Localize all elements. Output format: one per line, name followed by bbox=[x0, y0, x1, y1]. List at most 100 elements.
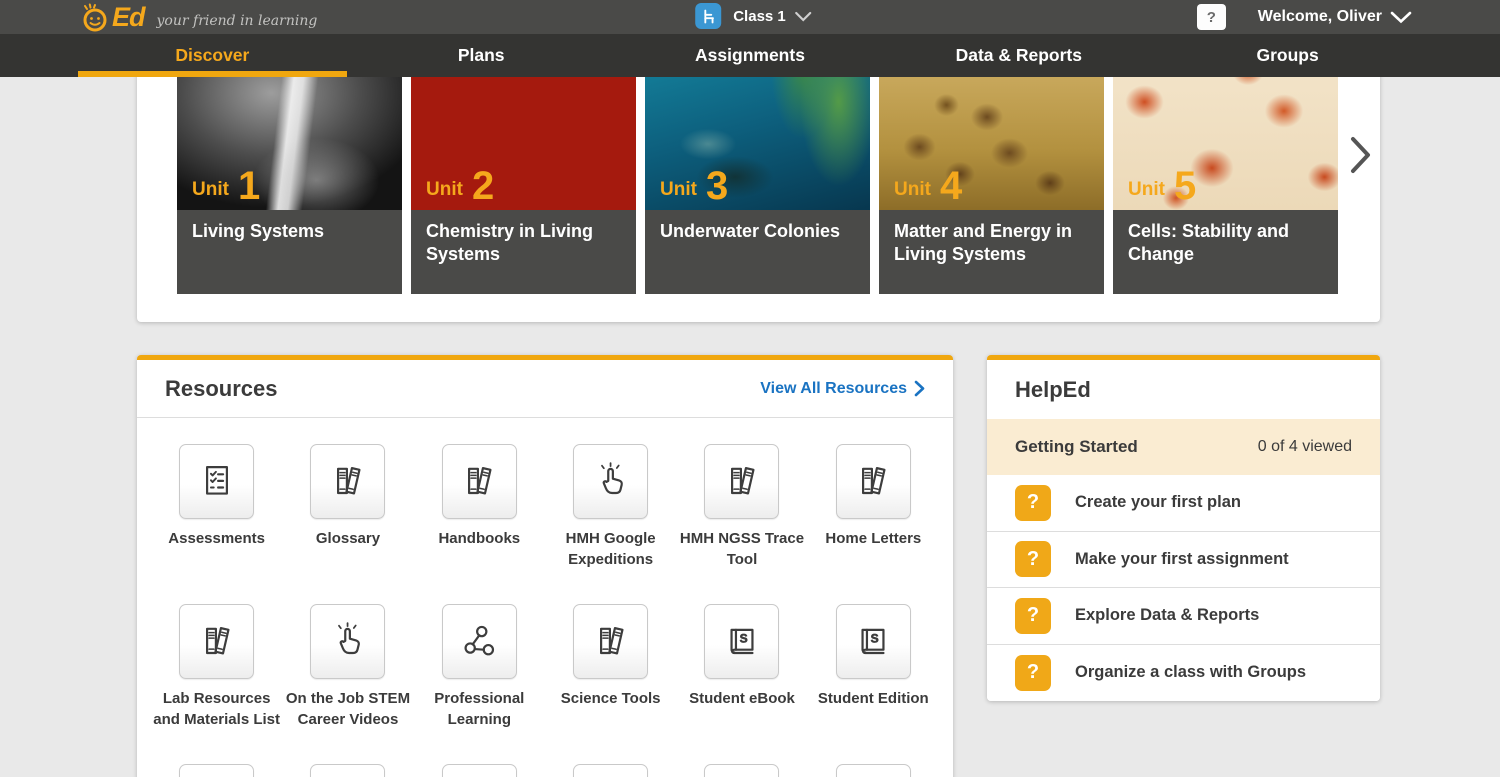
resource-item-partial[interactable] bbox=[808, 764, 939, 777]
resource-item-partial[interactable] bbox=[545, 764, 676, 777]
unit-card-3[interactable]: Unit3Underwater Colonies bbox=[645, 60, 870, 294]
resource-tile[interactable] bbox=[310, 764, 385, 777]
resources-panel: Resources View All Resources Assessments bbox=[137, 355, 953, 777]
help-item-make-your-first-assignment[interactable]: ?Make your first assignment bbox=[987, 532, 1380, 589]
view-all-resources-link[interactable]: View All Resources bbox=[760, 380, 925, 398]
unit-title: Cells: Stability and Change bbox=[1113, 210, 1338, 294]
resource-tile[interactable] bbox=[704, 764, 779, 777]
tab-groups[interactable]: Groups bbox=[1153, 34, 1422, 77]
resource-tile[interactable] bbox=[836, 444, 911, 519]
resource-tile[interactable] bbox=[442, 764, 517, 777]
help-item-label: Create your first plan bbox=[1075, 493, 1241, 512]
help-button[interactable]: ? bbox=[1197, 4, 1226, 30]
chevron-right-icon bbox=[1345, 133, 1375, 177]
tab-plans[interactable]: Plans bbox=[347, 34, 616, 77]
resource-tile[interactable] bbox=[179, 444, 254, 519]
resource-tile[interactable] bbox=[179, 604, 254, 679]
resource-tile[interactable]: S bbox=[704, 604, 779, 679]
resource-tile[interactable] bbox=[573, 444, 648, 519]
resource-handbooks[interactable]: Handbooks bbox=[414, 444, 545, 604]
resources-title: Resources bbox=[165, 376, 278, 402]
tab-discover[interactable]: Discover bbox=[78, 34, 347, 77]
question-icon: ? bbox=[1015, 485, 1051, 521]
molecule-icon bbox=[457, 620, 501, 664]
active-tab-underline bbox=[78, 71, 347, 77]
unit-title: Living Systems bbox=[177, 210, 402, 294]
helped-title: HelpEd bbox=[987, 360, 1380, 419]
resource-tile[interactable]: S bbox=[836, 604, 911, 679]
svg-text:S: S bbox=[740, 631, 748, 645]
chevron-down-icon[interactable] bbox=[1390, 11, 1412, 24]
resource-hmh-google-expeditions[interactable]: HMH Google Expeditions bbox=[545, 444, 676, 604]
ed-logo[interactable]: Ed your friend in learning bbox=[80, 2, 317, 33]
welcome-user-menu[interactable]: Welcome, Oliver bbox=[1258, 8, 1382, 26]
resource-item-partial[interactable] bbox=[151, 764, 282, 777]
cells-image: Unit5 bbox=[1113, 60, 1338, 210]
viewed-count-status: 0 of 4 viewed bbox=[1258, 438, 1352, 456]
help-item-label: Organize a class with Groups bbox=[1075, 663, 1306, 682]
binders-icon bbox=[589, 620, 633, 664]
resource-item-partial[interactable] bbox=[414, 764, 545, 777]
resource-label: Glossary bbox=[316, 528, 380, 549]
brand-name: Ed bbox=[112, 2, 145, 33]
carousel-next-button[interactable] bbox=[1344, 123, 1376, 187]
hand-click-icon bbox=[326, 620, 370, 664]
resource-label: Student Edition bbox=[818, 688, 929, 709]
resource-tile[interactable] bbox=[442, 604, 517, 679]
resource-tile[interactable] bbox=[836, 764, 911, 777]
resource-label: Assessments bbox=[168, 528, 265, 549]
resource-item-partial[interactable] bbox=[282, 764, 413, 777]
resource-tile[interactable] bbox=[179, 764, 254, 777]
resource-label: HMH NGSS Trace Tool bbox=[678, 528, 806, 570]
resource-item-partial[interactable] bbox=[676, 764, 807, 777]
question-icon: ? bbox=[1015, 655, 1051, 691]
underwater-image: Unit3 bbox=[645, 60, 870, 210]
unit-number-label: Unit4 bbox=[894, 166, 962, 206]
resource-home-letters[interactable]: Home Letters bbox=[808, 444, 939, 604]
ed-discover-page: Ed your friend in learning Class 1 ? Wel… bbox=[0, 0, 1500, 777]
help-item-organize-a-class-with-groups[interactable]: ? Organize a class with Groups bbox=[987, 645, 1380, 702]
unit-card-1[interactable]: Unit1Living Systems bbox=[177, 60, 402, 294]
resource-label: Home Letters bbox=[825, 528, 921, 549]
unit-card-4[interactable]: Unit4Matter and Energy in Living Systems bbox=[879, 60, 1104, 294]
resource-assessments[interactable]: Assessments bbox=[151, 444, 282, 604]
class-selector[interactable]: Class 1 bbox=[695, 3, 812, 29]
unit-title: Underwater Colonies bbox=[645, 210, 870, 294]
question-icon: ? bbox=[1015, 541, 1051, 577]
resource-tile[interactable] bbox=[310, 604, 385, 679]
helped-panel: HelpEd Getting Started 0 of 4 viewed ? Cr… bbox=[987, 355, 1380, 701]
getting-started-row[interactable]: Getting Started 0 of 4 viewed bbox=[987, 419, 1380, 475]
resource-glossary[interactable]: Glossary bbox=[282, 444, 413, 604]
help-item-create-your-first-plan[interactable]: ? Create your first plan bbox=[987, 475, 1380, 532]
ed-smiley-icon bbox=[80, 3, 110, 33]
resource-lab-resources-and-materials-list[interactable]: Lab Resources and Materials List bbox=[151, 604, 282, 764]
resource-label: HMH Google Expeditions bbox=[547, 528, 675, 570]
resources-header: Resources View All Resources bbox=[137, 360, 953, 418]
tab-assignments[interactable]: Assignments bbox=[616, 34, 885, 77]
book-s-icon: S bbox=[720, 620, 764, 664]
resource-student-ebook[interactable]: S Student eBook bbox=[676, 604, 807, 764]
unit-card-2[interactable]: Unit2Chemistry in Living Systems bbox=[411, 60, 636, 294]
unit-number-label: Unit2 bbox=[426, 166, 494, 206]
resource-tile[interactable] bbox=[704, 444, 779, 519]
class-selector-label: Class 1 bbox=[733, 8, 786, 25]
tab-data-reports[interactable]: Data & Reports bbox=[884, 34, 1153, 77]
class-chair-icon bbox=[695, 3, 721, 29]
resource-professional-learning[interactable]: Professional Learning bbox=[414, 604, 545, 764]
chevron-right-icon bbox=[914, 380, 925, 397]
resource-tile[interactable] bbox=[573, 604, 648, 679]
resource-tile[interactable] bbox=[573, 764, 648, 777]
resource-science-tools[interactable]: Science Tools bbox=[545, 604, 676, 764]
unit-card-5[interactable]: Unit5Cells: Stability and Change bbox=[1113, 60, 1338, 294]
svg-text:S: S bbox=[871, 631, 879, 645]
units-carousel-panel: Unit1Living SystemsUnit2Chemistry in Liv… bbox=[137, 40, 1380, 322]
resource-hmh-ngss-trace-tool[interactable]: HMH NGSS Trace Tool bbox=[676, 444, 807, 604]
getting-started-label: Getting Started bbox=[1015, 437, 1138, 457]
unit-number-label: Unit3 bbox=[660, 166, 728, 206]
help-item-explore-data-reports[interactable]: ?Explore Data & Reports bbox=[987, 588, 1380, 645]
resource-tile[interactable] bbox=[442, 444, 517, 519]
resource-student-edition[interactable]: S Student Edition bbox=[808, 604, 939, 764]
resource-tile[interactable] bbox=[310, 444, 385, 519]
resource-on-the-job-stem-career-videos[interactable]: On the Job STEM Career Videos bbox=[282, 604, 413, 764]
resource-label: Student eBook bbox=[689, 688, 795, 709]
